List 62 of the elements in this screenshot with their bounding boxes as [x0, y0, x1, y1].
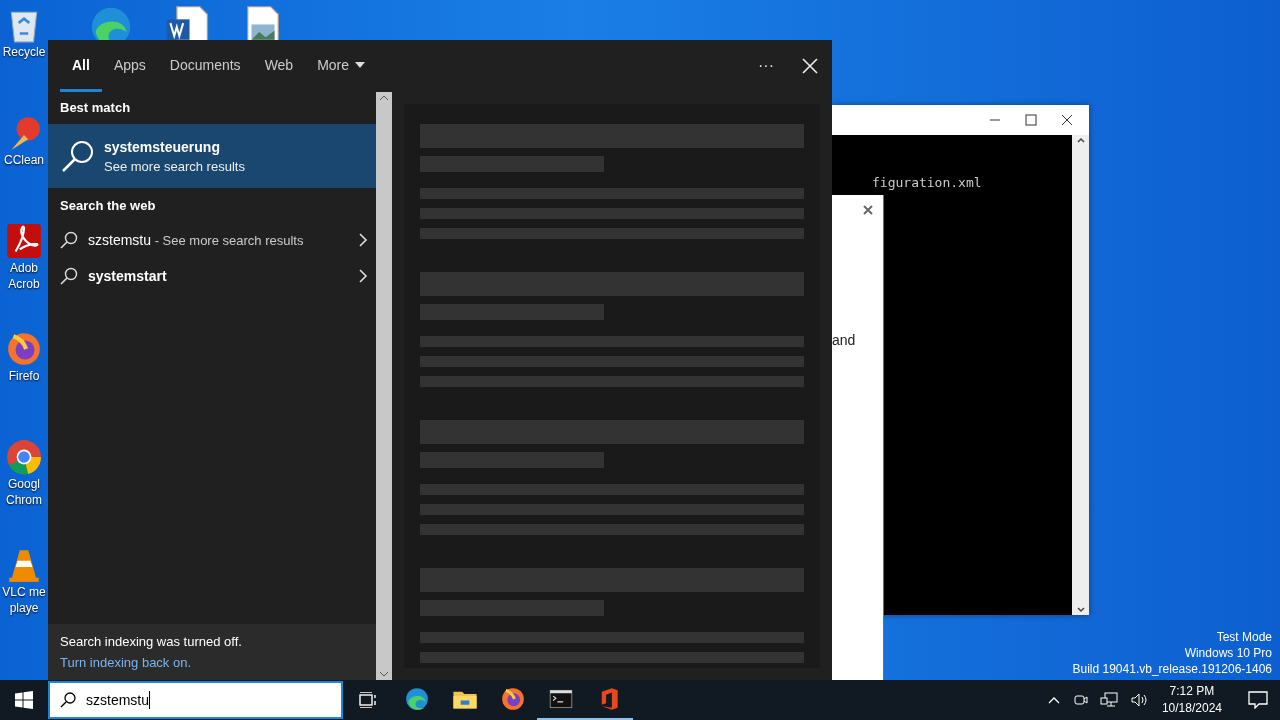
- chrome-icon: [5, 438, 43, 476]
- icon-label: CClean: [4, 152, 44, 168]
- web-result-item[interactable]: szstemstu - See more search results: [48, 222, 376, 258]
- network-icon[interactable]: [1099, 692, 1118, 708]
- scroll-down-icon[interactable]: [379, 670, 389, 678]
- filter-tab[interactable]: More: [305, 40, 378, 92]
- icon-label: Chrom: [6, 492, 42, 508]
- close-icon: [802, 58, 818, 74]
- search-icon: [60, 231, 78, 249]
- icon-label: Firefo: [8, 368, 40, 384]
- search-icon: [60, 138, 96, 174]
- edge-icon: [404, 686, 430, 712]
- section-heading: Best match: [59, 99, 132, 117]
- scroll-up-icon[interactable]: [1075, 135, 1086, 145]
- system-notice-text: Test Mode: [1216, 629, 1272, 645]
- close-icon[interactable]: [863, 205, 873, 215]
- firefox-icon: [500, 686, 526, 712]
- best-match-item[interactable]: systemsteuerung See more search results: [48, 124, 376, 188]
- icon-label: VLC me: [2, 584, 46, 600]
- search-icon: [60, 692, 76, 708]
- acrobat-icon: [5, 222, 43, 260]
- icon-label: Adob: [10, 260, 38, 276]
- web-result-text: szstemstu - See more search results: [88, 232, 305, 248]
- result-subtitle: See more search results: [104, 158, 245, 174]
- clock[interactable]: 7:12 PM 10/18/2024: [1161, 683, 1222, 717]
- system-notice-text: Windows 10 Pro: [1184, 645, 1272, 661]
- chevron-right-icon: [358, 269, 368, 283]
- search-icon: [60, 267, 78, 285]
- filter-tab[interactable]: Apps: [101, 40, 158, 92]
- system-notice-text: Build 19041.vb_release.191206-1406: [1072, 661, 1272, 677]
- scroll-down-icon[interactable]: [1075, 605, 1086, 615]
- scroll-up-icon[interactable]: [379, 94, 389, 102]
- notification-icon: [1248, 691, 1268, 709]
- caret-icon: [355, 61, 366, 68]
- icon-label: playe: [9, 600, 39, 616]
- firefox-icon: [5, 330, 43, 368]
- filter-tab[interactable]: Web: [252, 40, 306, 92]
- icon-label: Acrob: [8, 276, 40, 292]
- filter-tab[interactable]: Documents: [157, 40, 253, 92]
- indexing-link[interactable]: Turn indexing back on.: [60, 655, 364, 670]
- scrollbar[interactable]: [1072, 135, 1089, 615]
- indexing-message: Search indexing was turned off.: [60, 634, 243, 649]
- web-result-text: systemstart: [88, 268, 168, 284]
- chevron-up-icon[interactable]: [1047, 696, 1060, 704]
- icon-label: Recycle: [2, 44, 46, 60]
- filter-tab[interactable]: All: [60, 40, 102, 92]
- task-view-icon: [359, 692, 377, 708]
- camera-icon[interactable]: [1071, 692, 1088, 708]
- search-field[interactable]: szstemstu: [48, 681, 343, 719]
- console-text: figuration.xml: [872, 175, 982, 190]
- icon-label: Googl: [8, 476, 40, 492]
- maximize-icon[interactable]: [1025, 114, 1037, 126]
- chevron-right-icon: [358, 233, 368, 247]
- windows-logo-icon: [15, 691, 33, 709]
- speaker-icon[interactable]: [1129, 692, 1148, 708]
- scrollbar[interactable]: [376, 92, 392, 680]
- close-icon[interactable]: [1061, 114, 1073, 126]
- web-result-item[interactable]: systemstart: [48, 258, 376, 294]
- section-heading: Search the web: [59, 197, 157, 215]
- dialog-text: and: [832, 332, 856, 348]
- result-title: systemsteuerung: [104, 138, 221, 155]
- more-options-button[interactable]: ···: [744, 40, 788, 92]
